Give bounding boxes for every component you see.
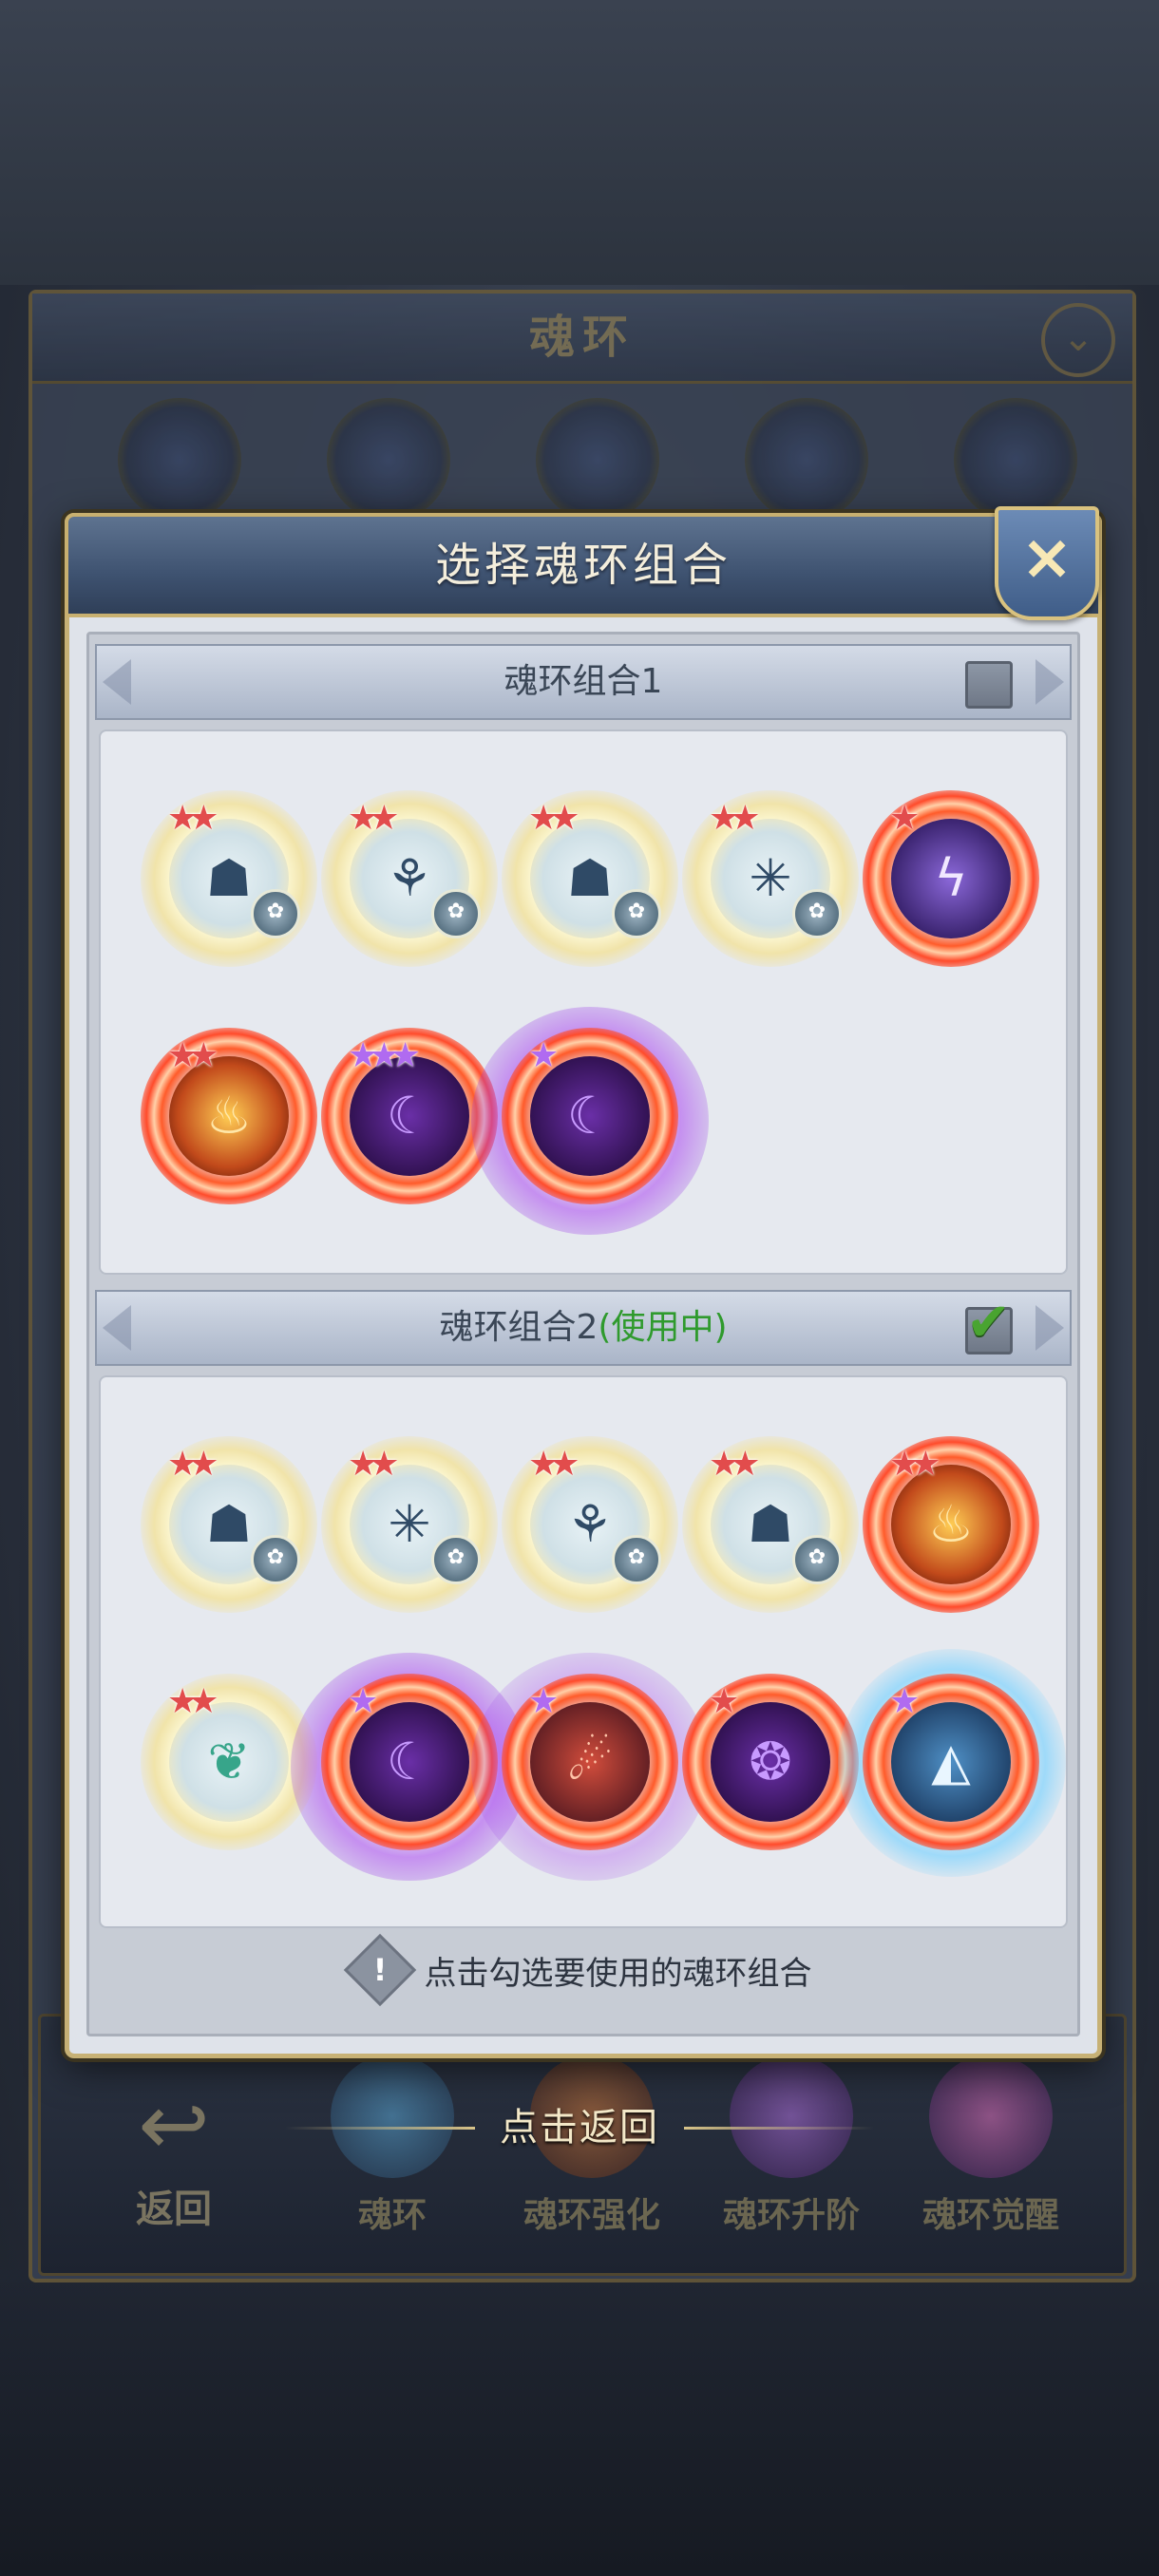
exclamation-icon: !	[344, 1933, 417, 2007]
underlying-ring-3	[536, 398, 659, 521]
star-icon: ★★★	[348, 1036, 421, 1075]
ornament-line-right	[684, 2127, 874, 2130]
group-2-title-text: 魂环组合2	[439, 1308, 598, 1347]
dialog-body: 魂环组合1 ☗ ★★ ✿ ⚘ ★★ ✿ ☗ ★★ ✿ ✳ ★★ ✿ ϟ ★ ♨ …	[86, 632, 1080, 2036]
soul-ring[interactable]: ✳ ★★ ✿	[682, 790, 859, 967]
soul-ring[interactable]: ☗ ★★ ✿	[141, 1436, 317, 1613]
underlying-panel-title: 魂环	[32, 294, 1132, 384]
soul-ring[interactable]: ✳ ★★ ✿	[321, 1436, 498, 1613]
group-1-title-text: 魂环组合1	[504, 662, 663, 701]
checkmark-icon: ✔	[966, 1292, 1011, 1354]
star-icon: ★★	[528, 1445, 580, 1484]
ring-type-badge-icon: ✿	[792, 1535, 842, 1584]
soul-ring[interactable]: ❂ ★	[682, 1674, 859, 1850]
soul-ring[interactable]: ☗ ★★ ✿	[682, 1436, 859, 1613]
tap-to-return[interactable]: 点击返回	[285, 2094, 874, 2161]
star-icon: ★	[889, 1682, 920, 1721]
underlying-bottom-item-label: 魂环升阶	[722, 2196, 860, 2235]
soul-ring[interactable]: ⚘ ★★ ✿	[321, 790, 498, 967]
group-2-title: 魂环组合2(使用中)	[97, 1292, 1070, 1364]
star-icon: ★	[709, 1682, 739, 1721]
ring-type-badge-icon: ✿	[251, 1535, 300, 1584]
group-1-header[interactable]: 魂环组合1	[95, 644, 1072, 720]
underlying-back-button: ↩ 返回	[79, 2074, 269, 2245]
star-icon: ★★	[709, 799, 760, 838]
underlying-bottom-item-label: 魂环觉醒	[922, 2196, 1059, 2235]
background-bottom	[0, 2270, 1159, 2576]
underlying-back-label: 返回	[136, 2188, 212, 2231]
hint-row: ! 点击勾选要使用的魂环组合	[89, 1933, 1077, 2011]
underlying-bottom-item-label: 魂环	[357, 2196, 427, 2235]
underlying-bottom-item-4: 魂环觉醒	[896, 2055, 1086, 2245]
group-1-ring-grid: ☗ ★★ ✿ ⚘ ★★ ✿ ☗ ★★ ✿ ✳ ★★ ✿ ϟ ★ ♨ ★★ ☾ ★…	[99, 729, 1068, 1275]
star-icon: ★★	[167, 799, 218, 838]
ring-type-badge-icon: ✿	[612, 889, 661, 938]
group-2-status: (使用中)	[598, 1308, 728, 1347]
orb-icon	[929, 2055, 1053, 2178]
background-top	[0, 0, 1159, 285]
ring-type-badge-icon: ✿	[792, 889, 842, 938]
star-icon: ★	[528, 1036, 559, 1075]
underlying-ring-row	[99, 398, 1077, 521]
star-icon: ★	[348, 1682, 378, 1721]
ring-type-badge-icon: ✿	[612, 1535, 661, 1584]
dialog-header: 选择魂环组合	[65, 513, 1102, 617]
soul-ring[interactable]: ☾ ★★★	[321, 1028, 498, 1204]
star-icon: ★	[889, 799, 920, 838]
group-2-header[interactable]: 魂环组合2(使用中) ✔	[95, 1290, 1072, 1366]
soul-ring[interactable]: ϟ ★	[863, 790, 1039, 967]
soul-ring[interactable]: ☗ ★★ ✿	[502, 790, 678, 967]
ornament-line-left	[285, 2127, 475, 2130]
soul-ring[interactable]: ◭ ★	[838, 1649, 1066, 1877]
star-icon: ★★	[348, 799, 399, 838]
soul-ring[interactable]: ⚘ ★★ ✿	[502, 1436, 678, 1613]
star-icon: ★★	[167, 1682, 218, 1721]
soul-ring[interactable]: ♨ ★★	[141, 1028, 317, 1204]
star-icon: ★★	[167, 1036, 218, 1075]
close-button[interactable]: ×	[995, 506, 1099, 620]
star-icon: ★★	[167, 1445, 218, 1484]
group-1-title: 魂环组合1	[97, 646, 1070, 718]
exclamation-glyph: !	[373, 1952, 388, 1988]
soul-ring[interactable]: ☾ ★	[471, 1007, 709, 1235]
soul-ring[interactable]: ☗ ★★ ✿	[141, 790, 317, 967]
hint-text: 点击勾选要使用的魂环组合	[424, 1954, 812, 1993]
ring-type-badge-icon: ✿	[251, 889, 300, 938]
group-1-checkbox[interactable]	[965, 661, 1013, 709]
close-icon: ×	[1020, 521, 1074, 594]
ring-type-badge-icon: ✿	[431, 1535, 481, 1584]
soul-ring[interactable]: ☾ ★	[291, 1653, 528, 1881]
star-icon: ★★	[348, 1445, 399, 1484]
underlying-ring-4	[745, 398, 868, 521]
star-icon: ★★	[889, 1445, 940, 1484]
select-soul-ring-combo-dialog: 选择魂环组合 × 魂环组合1 ☗ ★★ ✿ ⚘ ★★ ✿ ☗ ★★ ✿ ✳ ★★…	[65, 506, 1102, 2058]
star-icon: ★★	[528, 799, 580, 838]
soul-ring[interactable]: ♨ ★★	[863, 1436, 1039, 1613]
soul-ring[interactable]: ❦ ★★	[141, 1674, 317, 1850]
soul-ring[interactable]: ☄ ★	[471, 1653, 709, 1881]
underlying-ring-2	[327, 398, 450, 521]
star-icon: ★★	[709, 1445, 760, 1484]
star-icon: ★	[528, 1682, 559, 1721]
group-2-ring-grid: ☗ ★★ ✿ ✳ ★★ ✿ ⚘ ★★ ✿ ☗ ★★ ✿ ♨ ★★ ❦ ★★ ☾ …	[99, 1375, 1068, 1928]
dialog-title: 选择魂环组合	[434, 539, 732, 592]
group-2-checkbox[interactable]: ✔	[965, 1295, 1013, 1354]
underlying-ring-5	[954, 398, 1077, 521]
underlying-ring-1	[118, 398, 241, 521]
underlying-bottom-item-label: 魂环强化	[522, 2196, 660, 2235]
underlying-close-icon: ⌄	[1041, 303, 1115, 377]
back-arrow-icon: ↩	[138, 2075, 210, 2175]
tap-to-return-label: 点击返回	[500, 2106, 659, 2150]
ring-type-badge-icon: ✿	[431, 889, 481, 938]
